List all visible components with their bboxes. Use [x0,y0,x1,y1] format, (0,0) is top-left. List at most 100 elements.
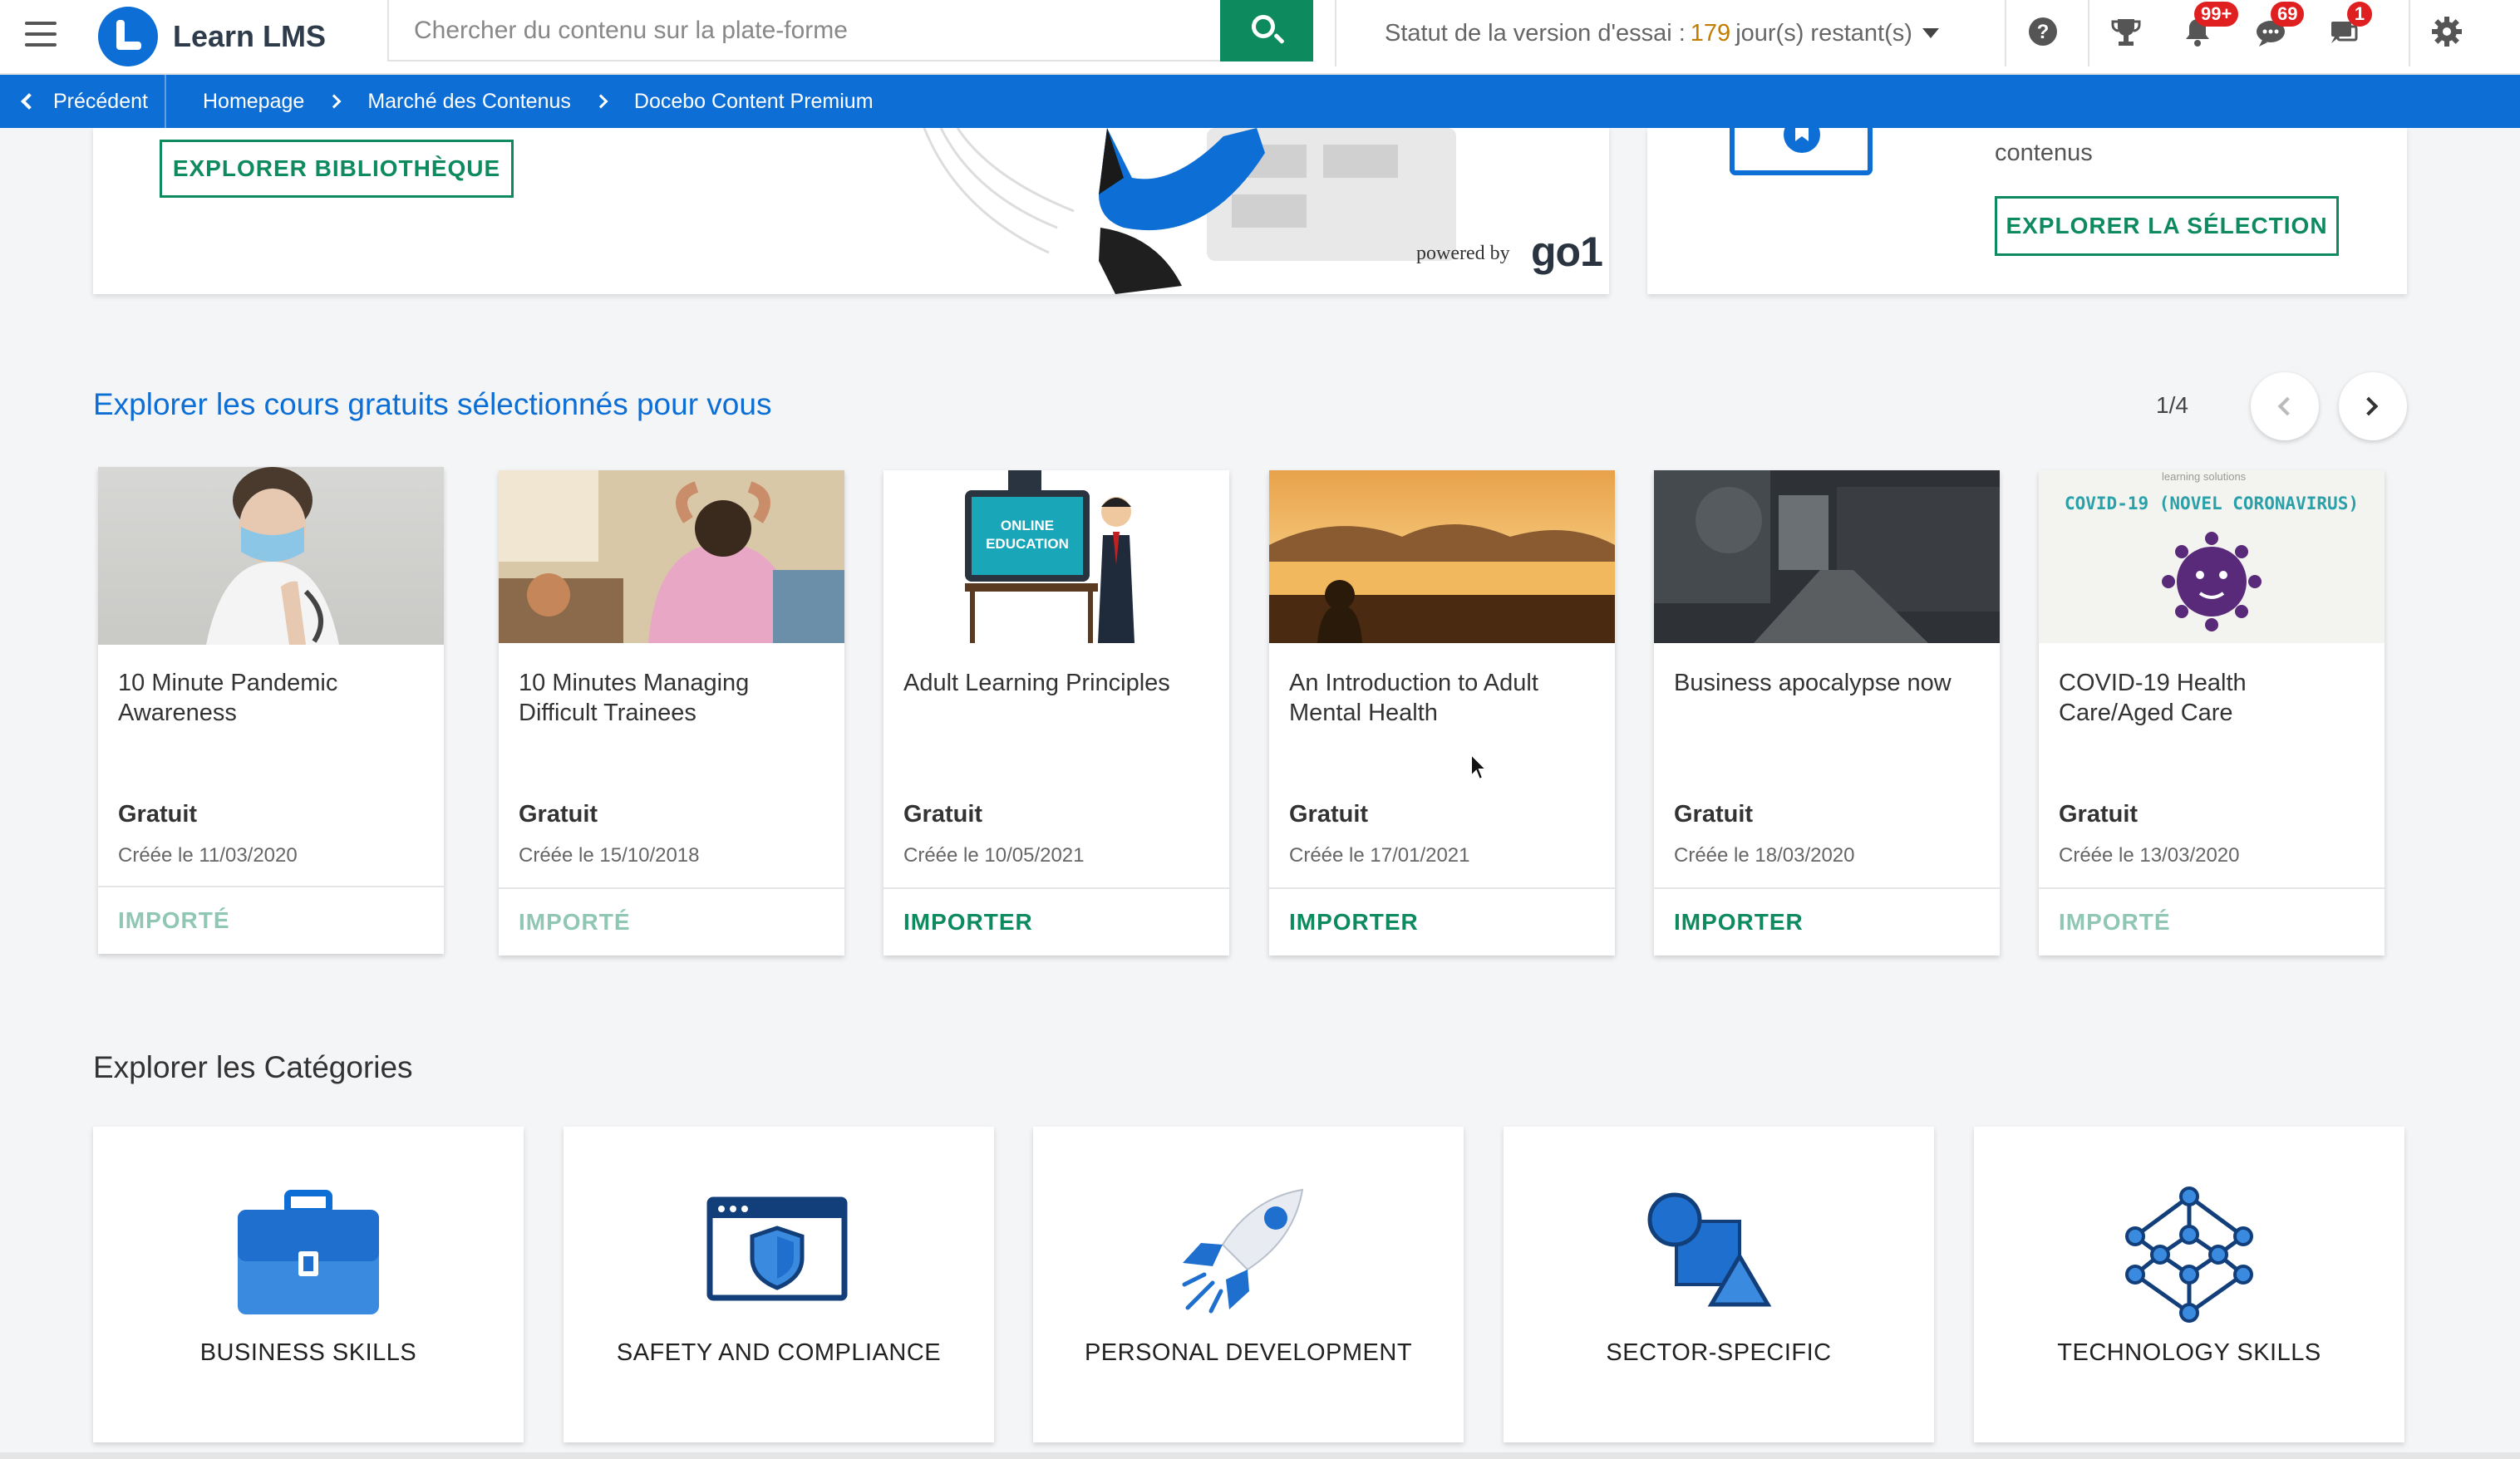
app-name: Learn LMS [173,19,327,53]
back-button[interactable]: Précédent [0,75,166,128]
trial-suffix: jour(s) restant(s) [1735,19,1912,47]
shield-window-icon [706,1196,848,1301]
chevron-left-icon [2277,396,2297,416]
course-price: Gratuit [903,801,983,828]
gear-icon [2432,17,2462,47]
category-label: SAFETY AND COMPLIANCE [616,1339,942,1366]
trophy-icon [2111,19,2141,46]
course-date: Créée le 17/01/2021 [1289,844,1470,867]
trophy-button[interactable] [2088,0,2161,66]
course-thumbnail: learning solutions COVID-19 (NOVEL CORON… [2039,470,2385,643]
category-label: PERSONAL DEVELOPMENT [1084,1339,1413,1366]
course-title: Adult Learning Principles [903,670,1170,696]
courses-section-title: Explorer les cours gratuits sélectionnés… [93,387,772,421]
breadcrumb-bar: Précédent Homepage Marché des Contenus D… [0,75,2520,128]
course-date: Créée le 18/03/2020 [1674,844,1855,867]
carousel-prev-button[interactable] [2251,372,2319,440]
caret-down-icon [1922,28,1939,38]
course-card-footer: IMPORTÉ [2039,887,2385,955]
rocket-icon [1182,1188,1304,1314]
selection-promo-card: contenus EXPLORER LA SÉLECTION [1647,128,2407,294]
thumb-text-online: ONLINE [1001,518,1054,533]
selection-text: contenus [1995,140,2093,166]
chevron-right-icon [2359,396,2379,416]
bottom-divider [0,1452,2520,1459]
chevron-right-icon [327,94,342,109]
import-button[interactable]: IMPORTER [903,909,1033,936]
course-card[interactable]: ONLINE EDUCATION Adult Learning Principl… [883,470,1229,955]
course-date: Créée le 11/03/2020 [118,844,298,867]
menu-icon[interactable] [25,22,57,47]
import-button[interactable]: IMPORTER [1674,909,1804,936]
thumb-text-education: EDUCATION [986,536,1069,552]
course-price: Gratuit [2059,801,2139,828]
category-safety-compliance[interactable]: SAFETY AND COMPLIANCE [564,1127,994,1442]
go1-logo: go1 [1531,228,1603,275]
explore-selection-button[interactable]: EXPLORER LA SÉLECTION [1995,196,2339,256]
search-input[interactable] [414,0,1179,61]
trial-days: 179 [1690,19,1731,47]
trial-prefix: Statut de la version d'essai : [1385,19,1686,47]
library-promo-card: EXPLORER BIBLIOTHÈQUE powered by go1 [93,128,1609,294]
course-card-footer: IMPORTER [1269,887,1615,955]
shapes-icon [1647,1192,1772,1307]
top-header: Learn LMS Statut de la version d'essai :… [0,0,2520,75]
category-label: BUSINESS SKILLS [199,1339,417,1366]
carousel-pager: 1/4 [2156,392,2188,418]
settings-button[interactable] [2409,0,2482,66]
imported-label: IMPORTÉ [2059,909,2171,935]
chevron-right-icon [593,94,608,109]
course-date: Créée le 10/05/2021 [903,844,1085,867]
chat-button[interactable]: 1 [2307,0,2380,66]
course-price: Gratuit [519,801,598,828]
course-card[interactable]: Business apocalypse now Gratuit Créée le… [1654,470,2000,955]
course-price: Gratuit [118,801,198,828]
course-date: Créée le 15/10/2018 [519,844,700,867]
course-price: Gratuit [1289,801,1369,828]
notifications-button[interactable]: 99+ [2161,0,2239,66]
import-button[interactable]: IMPORTER [1289,909,1419,936]
app-logo[interactable]: Learn LMS [98,3,326,70]
search-button[interactable] [1220,0,1313,61]
certificate-illustration [1730,128,1873,175]
imported-label: IMPORTÉ [519,909,631,935]
mouse-cursor-icon [1470,753,1488,781]
category-sector-specific[interactable]: SECTOR-SPECIFIC [1504,1127,1934,1442]
course-thumbnail [1269,470,1615,643]
chat-badge: 1 [2347,2,2372,27]
carousel-next-button[interactable] [2339,372,2407,440]
category-label: SECTOR-SPECIFIC [1606,1339,1832,1366]
course-thumbnail [98,467,444,645]
course-date: Créée le 13/03/2020 [2059,844,2240,867]
help-button[interactable]: ? [2005,0,2078,66]
course-price: Gratuit [1674,801,1754,828]
category-technology-skills[interactable]: TECHNOLOGY SKILLS [1974,1127,2404,1442]
messages-button[interactable]: 69 [2234,0,2307,66]
network-icon [2125,1186,2253,1323]
course-title: 10 Minutes Managing Difficult Trainees [519,670,750,726]
breadcrumb-current: Docebo Content Premium [633,89,874,113]
search-icon [1252,15,1275,38]
trial-status-dropdown[interactable]: Statut de la version d'essai : 179 jour(… [1335,0,1939,66]
course-card[interactable]: An Introduction to Adult Mental Health G… [1269,470,1615,955]
category-label: TECHNOLOGY SKILLS [2057,1339,2321,1366]
briefcase-icon [238,1190,379,1314]
course-card[interactable]: 10 Minutes Managing Difficult Trainees G… [499,470,844,955]
logo-mark-icon [98,7,158,66]
course-card[interactable]: learning solutions COVID-19 (NOVEL CORON… [2039,470,2385,955]
powered-by-label: powered by [1416,243,1510,264]
help-icon: ? [2029,17,2057,46]
course-card-footer: IMPORTÉ [499,887,844,955]
category-personal-development[interactable]: PERSONAL DEVELOPMENT [1033,1127,1464,1442]
course-card-footer: IMPORTER [883,887,1229,955]
category-business-skills[interactable]: BUSINESS SKILLS [93,1127,524,1442]
course-card[interactable]: 10 Minute Pandemic Awareness Gratuit Cré… [98,467,444,954]
course-title: COVID-19 Health Care/Aged Care [2059,670,2247,726]
imported-label: IMPORTÉ [118,907,230,933]
course-title: Business apocalypse now [1674,670,1952,696]
course-card-footer: IMPORTER [1654,887,2000,955]
search-bar [387,0,1313,61]
explore-library-button[interactable]: EXPLORER BIBLIOTHÈQUE [160,140,514,198]
breadcrumb-homepage[interactable]: Homepage [203,90,304,114]
breadcrumb-content-market[interactable]: Marché des Contenus [367,90,571,114]
